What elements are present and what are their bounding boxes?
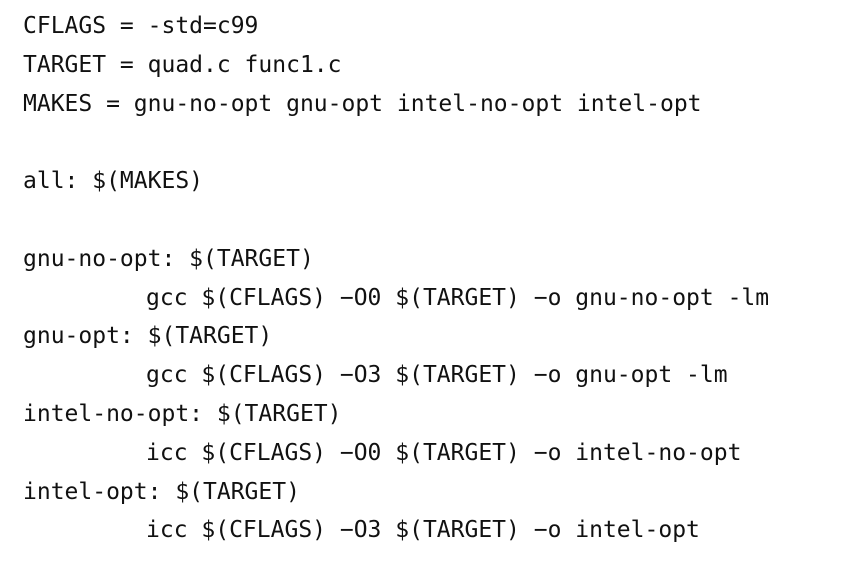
rule-command-intel-no-opt: icc $(CFLAGS) −O0 $(TARGET) −o intel-no-… [146, 439, 742, 466]
all-rule-line: all: $(MAKES) [23, 168, 204, 195]
target-line: TARGET = quad.c func1.c [23, 51, 342, 78]
cflags-line: CFLAGS = -std=c99 [23, 13, 259, 39]
rule-header-gnu-opt: gnu-opt: $(TARGET) [23, 323, 273, 350]
rule-command-gnu-opt: gcc $(CFLAGS) −O3 $(TARGET) −o gnu-opt -… [146, 362, 728, 389]
rule-header-gnu-no-opt: gnu-no-opt: $(TARGET) [23, 245, 314, 272]
rule-header-intel-no-opt: intel-no-opt: $(TARGET) [23, 400, 342, 427]
rule-command-gnu-no-opt: gcc $(CFLAGS) −O0 $(TARGET) −o gnu-no-op… [146, 284, 770, 311]
rule-header-intel-opt: intel-opt: $(TARGET) [23, 478, 300, 505]
makefile-view: { "makefile": { "cflags": "CFLAGS = -std… [0, 0, 849, 584]
makefile-code-block: CFLAGS = -std=c99 TARGET = quad.c func1.… [23, 7, 769, 550]
rule-command-intel-opt: icc $(CFLAGS) −O3 $(TARGET) −o intel-opt [146, 517, 700, 544]
makes-line: MAKES = gnu-no-opt gnu-opt intel-no-opt … [23, 90, 702, 117]
